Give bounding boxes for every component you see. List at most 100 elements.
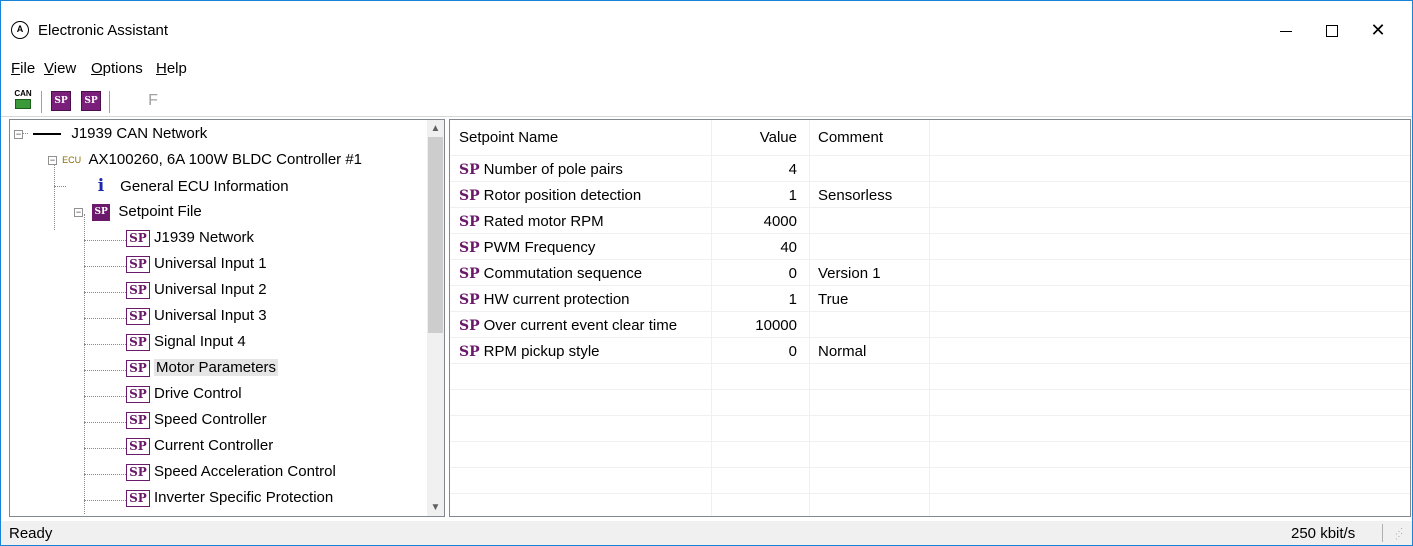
setpoint-icon: SP [126,255,150,273]
tree-item-inverter-specific-protection[interactable]: SP Inverter Specific Protection [126,486,333,510]
ecu-tree[interactable]: − J1939 CAN Network − ECU AX100260, 6A 1… [9,119,445,517]
tree-node-network[interactable]: − J1939 CAN Network [10,122,207,146]
table-row[interactable]: SP Rotor position detection 1 Sensorless [450,182,1410,208]
tree-connector [84,214,85,514]
scroll-up-icon[interactable]: ▲ [427,120,444,137]
menu-file[interactable]: File [11,60,35,77]
status-divider [1382,524,1383,542]
title-bar[interactable]: A Electronic Assistant ✕ [1,1,1412,55]
setpoint-name-cell[interactable]: SP RPM pickup style [450,338,712,363]
setpoint-icon: SP [126,463,150,481]
setpoint-name-cell[interactable]: SP HW current protection [450,286,712,311]
column-header-value[interactable]: Value [712,120,810,155]
table-row[interactable]: SP PWM Frequency 40 [450,234,1410,260]
app-window: A Electronic Assistant ✕ File View Optio… [0,0,1413,546]
network-icon [33,133,62,136]
save-setpoint-button[interactable]: SP [79,89,103,113]
setpoint-icon: SP [126,385,150,403]
tree-item-universal-input-1[interactable]: SP Universal Input 1 [126,252,267,276]
setpoint-icon: SP [459,344,480,360]
column-header-name[interactable]: Setpoint Name [450,120,712,155]
tree-connector [84,292,126,293]
tree-item-universal-input-3[interactable]: SP Universal Input 3 [126,304,267,328]
app-logo-icon: A [11,21,29,39]
setpoint-name-cell[interactable]: SP Rotor position detection [450,182,712,207]
setpoint-value-cell[interactable]: 4000 [712,208,810,233]
setpoint-name-cell[interactable]: SP Rated motor RPM [450,208,712,233]
table-row[interactable]: SP Rated motor RPM 4000 [450,208,1410,234]
setpoint-name-cell[interactable]: SP Commutation sequence [450,260,712,285]
scroll-down-icon[interactable]: ▼ [427,499,444,516]
tree-connector [84,240,126,241]
table-row[interactable]: SP Over current event clear time 10000 [450,312,1410,338]
status-bar: Ready 250 kbit/s ⋰ ⋰ [1,521,1412,545]
setpoint-name-cell[interactable]: SP Number of pole pairs [450,156,712,181]
setpoint-value-cell[interactable]: 0 [712,338,810,363]
setpoint-value-cell[interactable]: 0 [712,260,810,285]
empty-row [450,364,1410,390]
setpoint-icon: SP [459,318,480,334]
table-row[interactable]: SP Number of pole pairs 4 [450,156,1410,182]
setpoint-icon: SP [459,266,480,282]
close-button[interactable]: ✕ [1355,15,1401,45]
resize-grip-icon[interactable]: ⋰ ⋰ [1395,528,1403,541]
setpoint-icon: SP [459,214,480,230]
tree-connector [84,422,126,423]
tree-node-setpoint-file[interactable]: − SP Setpoint File [74,200,202,224]
window-title: Electronic Assistant [38,22,169,39]
setpoint-name-cell[interactable]: SP Over current event clear time [450,312,712,337]
setpoint-grid: Setpoint Name Value Comment SP Number of … [449,119,1411,517]
setpoint-comment-cell: True [810,286,930,311]
tree-item-speed-acceleration-control[interactable]: SP Speed Acceleration Control [126,460,336,484]
maximize-button[interactable] [1309,15,1355,45]
connect-can-button[interactable]: CAN [11,89,35,113]
setpoint-name-cell[interactable]: SP PWM Frequency [450,234,712,259]
tree-scrollbar[interactable]: ▲ ▼ [427,120,444,516]
tree-connector [84,370,126,371]
close-icon: ✕ [1370,20,1386,40]
toolbar: CAN SP SP F [1,85,1412,117]
setpoint-value-cell[interactable]: 4 [712,156,810,181]
tree-connector [54,186,66,187]
tree-item-drive-control[interactable]: SP Drive Control [126,382,242,406]
tree-connector [84,318,126,319]
tree-item-motor-parameters[interactable]: SP Motor Parameters [126,356,279,380]
collapse-icon[interactable]: − [14,130,23,139]
collapse-icon[interactable]: − [48,156,57,165]
open-setpoint-button[interactable]: SP [49,89,73,113]
setpoint-icon: SP [126,281,150,299]
tree-connector [84,448,126,449]
setpoint-icon: SP [126,437,150,455]
table-row[interactable]: SP RPM pickup style 0 Normal [450,338,1410,364]
setpoint-icon: SP [459,240,480,256]
setpoint-icon: SP [126,333,150,351]
tree-item-universal-input-2[interactable]: SP Universal Input 2 [126,278,267,302]
info-icon: i [97,176,105,196]
tree-node-ecu[interactable]: − ECU AX100260, 6A 100W BLDC Controller … [44,148,362,172]
table-row[interactable]: SP HW current protection 1 True [450,286,1410,312]
tree-item-j1939-network[interactable]: SP J1939 Network [126,226,254,250]
flash-button[interactable]: F [141,89,165,113]
setpoint-value-cell[interactable]: 1 [712,182,810,207]
setpoint-value-cell[interactable]: 1 [712,286,810,311]
toolbar-divider [109,91,110,113]
column-header-comment[interactable]: Comment [810,120,930,155]
scroll-thumb[interactable] [428,137,443,333]
tree-item-speed-controller[interactable]: SP Speed Controller [126,408,267,432]
tree-node-ecu-info[interactable]: i General ECU Information [94,174,289,198]
tree-item-current-controller[interactable]: SP Current Controller [126,434,273,458]
tree-item-signal-input-4[interactable]: SP Signal Input 4 [126,330,246,354]
collapse-icon[interactable]: − [74,208,83,217]
setpoint-icon: SP [126,229,150,247]
setpoint-value-cell[interactable]: 10000 [712,312,810,337]
minimize-icon [1280,30,1292,32]
menu-view[interactable]: View [44,60,76,77]
menu-options[interactable]: Options [91,60,143,77]
menu-help[interactable]: Help [156,60,187,77]
tree-connector [84,500,126,501]
table-row[interactable]: SP Commutation sequence 0 Version 1 [450,260,1410,286]
setpoint-value-cell[interactable]: 40 [712,234,810,259]
grid-header: Setpoint Name Value Comment [450,120,1410,156]
empty-row [450,416,1410,442]
minimize-button[interactable] [1263,15,1309,45]
